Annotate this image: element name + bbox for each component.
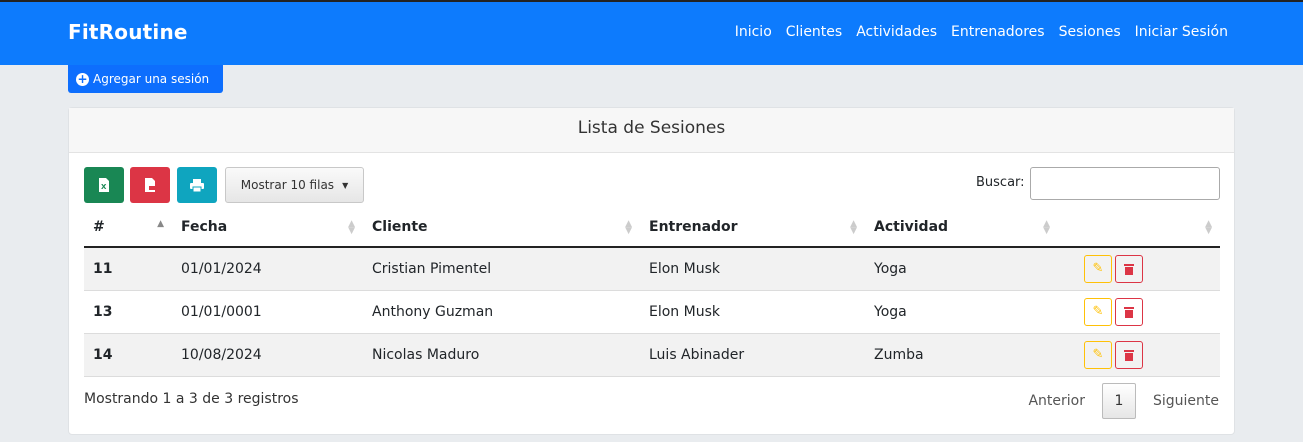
col-header-cliente[interactable]: Cliente ▲ ▼ [363,208,640,248]
pagination: Anterior 1 Siguiente [1028,383,1219,419]
cell-actividad: Yoga [865,247,1058,291]
export-excel-button[interactable]: X [84,167,124,203]
pencil-icon: ✎ [1092,347,1104,362]
nav-menu: Inicio Clientes Actividades Entrenadores… [735,24,1228,40]
cell-actividad: Zumba [865,333,1058,377]
cell-actions: ✎ [1058,333,1220,377]
edit-button[interactable]: ✎ [1084,254,1112,283]
col-header-acciones[interactable]: ▲ ▼ [1058,208,1220,248]
edit-button[interactable]: ✎ [1084,340,1112,369]
sort-icon: ▲ ▼ [348,219,355,236]
add-session-button[interactable]: + Agregar una sesión [68,65,223,93]
col-header-label: Cliente [372,219,428,235]
sessions-card: Lista de Sesiones X Mostrar 10 filas ▼ B… [68,107,1235,435]
cell-entrenador: Luis Abinader [640,333,865,377]
sort-icon: ▲ ▼ [1043,219,1050,236]
navbar: FitRoutine Inicio Clientes Actividades E… [0,0,1303,65]
sessions-table: # ▲ Fecha ▲ ▼ Cliente ▲ ▼ Entrenador ▲ ▼ Activi… [84,208,1220,377]
col-header-fecha[interactable]: Fecha ▲ ▼ [172,208,363,248]
cell-entrenador: Elon Musk [640,247,865,291]
sort-icon: ▲ ▼ [1205,219,1212,236]
file-pdf-icon [145,178,156,192]
file-excel-icon: X [99,178,109,192]
nav-item-iniciar-sesion[interactable]: Iniciar Sesión [1135,24,1228,40]
nav-item-sesiones[interactable]: Sesiones [1059,24,1121,40]
table-info: Mostrando 1 a 3 de 3 registros [84,391,299,407]
table-row: 14 10/08/2024 Nicolas Maduro Luis Abinad… [84,333,1220,377]
cell-id: 11 [84,247,172,291]
pagination-page-1[interactable]: 1 [1101,383,1136,419]
caret-down-icon: ▼ [342,180,349,190]
edit-button[interactable]: ✎ [1084,297,1112,326]
table-row: 11 01/01/2024 Cristian Pimentel Elon Mus… [84,247,1220,291]
col-header-actividad[interactable]: Actividad ▲ ▼ [865,208,1058,248]
cell-actividad: Yoga [865,290,1058,334]
col-header-entrenador[interactable]: Entrenador ▲ ▼ [640,208,865,248]
col-header-label: # [93,219,105,235]
rows-per-page-dropdown[interactable]: Mostrar 10 filas ▼ [225,167,364,203]
print-button[interactable] [177,167,217,203]
sort-icon: ▲ ▼ [850,219,857,236]
cell-actions: ✎ [1058,290,1220,334]
col-header-label: Actividad [874,219,949,235]
search-input[interactable] [1030,167,1220,200]
pencil-icon: ✎ [1092,261,1104,277]
pagination-next[interactable]: Siguiente [1153,393,1219,409]
sort-icon: ▲ ▼ [625,219,632,236]
cell-cliente: Cristian Pimentel [363,247,640,291]
cell-fecha: 10/08/2024 [172,333,363,377]
card-title: Lista de Sesiones [69,108,1234,153]
pagination-prev[interactable]: Anterior [1028,393,1085,409]
print-icon [190,178,204,192]
delete-button[interactable] [1115,254,1143,283]
svg-text:X: X [101,183,107,191]
nav-item-entrenadores[interactable]: Entrenadores [951,24,1045,40]
rows-per-page-label: Mostrar 10 filas [240,178,335,192]
cell-id: 14 [84,333,172,377]
col-header-label: Entrenador [649,219,738,235]
delete-button[interactable] [1115,340,1143,369]
trash-icon [1124,306,1134,318]
trash-icon [1124,349,1134,361]
export-pdf-button[interactable] [130,167,170,203]
col-header-label: Fecha [181,219,228,235]
cell-cliente: Anthony Guzman [363,290,640,334]
brand-logo[interactable]: FitRoutine [68,20,188,44]
nav-item-inicio[interactable]: Inicio [735,24,772,40]
delete-button[interactable] [1115,297,1143,326]
nav-item-clientes[interactable]: Clientes [786,24,842,40]
table-row: 13 01/01/0001 Anthony Guzman Elon Musk Y… [84,290,1220,334]
sort-asc-icon: ▲ [157,219,164,229]
cell-id: 13 [84,290,172,334]
cell-actions: ✎ [1058,247,1220,291]
search-label: Buscar: [976,175,1025,190]
cell-fecha: 01/01/0001 [172,290,363,334]
plus-circle-icon: + [76,71,89,86]
nav-item-actividades[interactable]: Actividades [856,24,937,40]
pencil-icon: ✎ [1092,304,1104,319]
add-session-label: Agregar una sesión [93,72,210,86]
trash-icon [1124,263,1134,275]
col-header-id[interactable]: # ▲ [84,208,172,248]
cell-entrenador: Elon Musk [640,290,865,334]
table-header-row: # ▲ Fecha ▲ ▼ Cliente ▲ ▼ Entrenador ▲ ▼ Activi… [84,208,1220,248]
cell-cliente: Nicolas Maduro [363,333,640,377]
cell-fecha: 01/01/2024 [172,247,363,291]
